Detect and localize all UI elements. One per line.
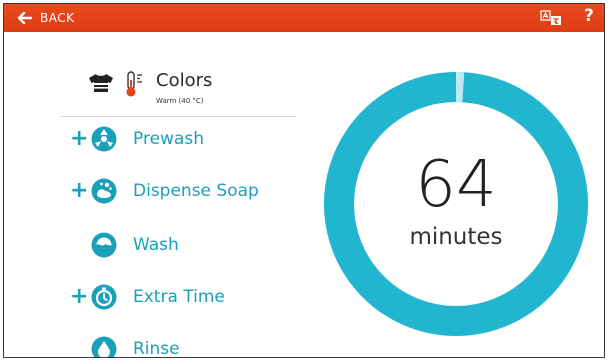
- thermometer-icon: [126, 71, 142, 97]
- help-button[interactable]: ?: [584, 6, 594, 26]
- add-icon[interactable]: +: [70, 180, 88, 202]
- rinse-icon: [91, 336, 117, 357]
- dispense-soap-icon: [91, 178, 117, 204]
- step-extra-time[interactable]: + Extra Time: [70, 282, 225, 312]
- washer-screen: BACK ? Colors Warm (40 °C) + Prewash + D…: [3, 3, 605, 358]
- arrow-left-icon: [18, 12, 32, 24]
- program-temperature: Warm (40 °C): [156, 97, 204, 105]
- add-icon[interactable]: +: [70, 128, 88, 150]
- step-label: Prewash: [133, 129, 204, 149]
- timer: 64 minutes: [320, 68, 592, 340]
- step-rinse[interactable]: Rinse: [70, 334, 180, 358]
- time-remaining-value: 64: [415, 148, 497, 222]
- language-button[interactable]: [540, 10, 562, 26]
- step-wash[interactable]: Wash: [70, 230, 179, 260]
- top-bar: BACK ?: [4, 4, 604, 32]
- add-icon[interactable]: +: [70, 286, 88, 308]
- extra-time-icon: [91, 284, 117, 310]
- shirt-icon: [89, 74, 113, 92]
- back-label: BACK: [40, 11, 75, 25]
- translate-icon: [540, 10, 561, 25]
- step-dispense-soap[interactable]: + Dispense Soap: [70, 176, 259, 206]
- step-label: Rinse: [133, 339, 180, 358]
- back-button[interactable]: BACK: [18, 4, 74, 32]
- time-remaining-unit: minutes: [409, 224, 503, 250]
- step-label: Wash: [133, 235, 179, 255]
- step-prewash[interactable]: + Prewash: [70, 124, 204, 154]
- prewash-icon: [91, 126, 117, 152]
- wash-icon: [91, 232, 117, 258]
- step-label: Extra Time: [133, 287, 225, 307]
- program-header: Colors Warm (40 °C): [88, 70, 288, 110]
- step-label: Dispense Soap: [133, 181, 259, 201]
- program-name: Colors: [156, 70, 213, 91]
- divider: [60, 116, 296, 117]
